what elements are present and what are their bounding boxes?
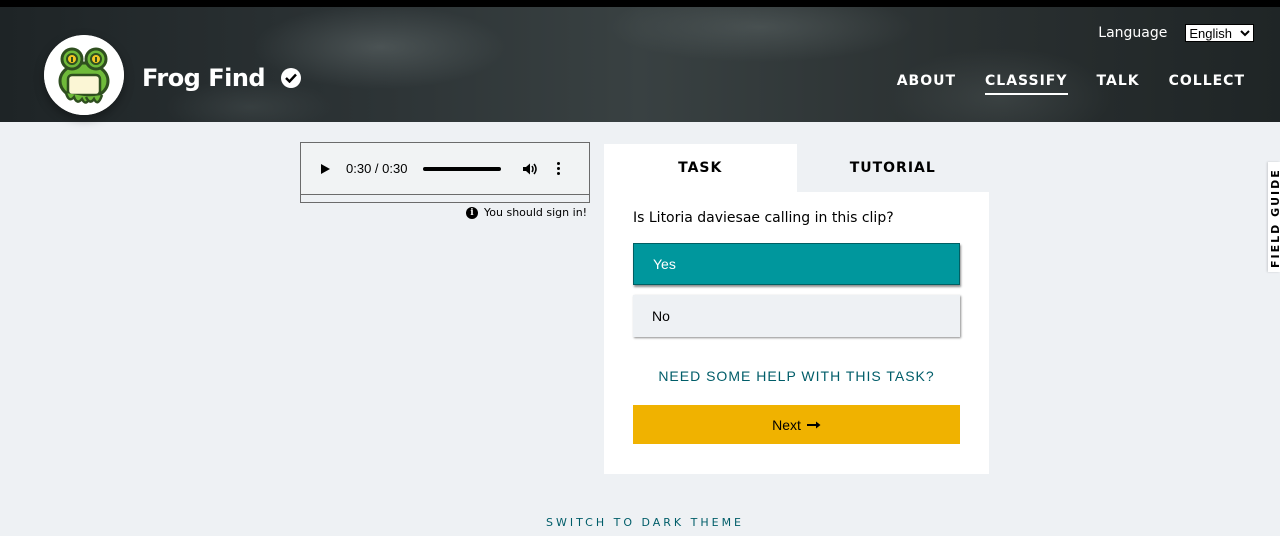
dark-theme-toggle[interactable]: SWITCH TO DARK THEME xyxy=(0,516,1280,529)
tab-tutorial[interactable]: TUTORIAL xyxy=(796,144,989,192)
nav-talk[interactable]: TALK xyxy=(1097,73,1140,95)
task-panel: TASK TUTORIAL Is Litoria daviesae callin… xyxy=(604,144,989,474)
language-selected-value: English xyxy=(1189,25,1232,41)
field-guide-tab[interactable]: FIELD GUIDE xyxy=(1268,162,1280,272)
nav-classify[interactable]: CLASSIFY xyxy=(985,73,1068,95)
audio-player: 0:30 / 0:30 xyxy=(300,142,590,203)
signin-notice-text: You should sign in! xyxy=(484,206,588,219)
task-tabs: TASK TUTORIAL xyxy=(604,144,989,192)
audio-seek-slider[interactable] xyxy=(423,166,502,171)
audio-time: 0:30 / 0:30 xyxy=(346,161,408,176)
signin-notice: i You should sign in! xyxy=(466,206,587,219)
tab-task[interactable]: TASK xyxy=(604,144,797,192)
project-nav: ABOUT CLASSIFY TALK COLLECT xyxy=(868,73,1245,95)
info-icon: i xyxy=(466,206,478,219)
project-avatar[interactable] xyxy=(44,35,124,115)
chevron-down-icon xyxy=(1240,29,1250,36)
project-header: Frog Find Language English ABOUT CLASSIF… xyxy=(0,7,1280,122)
answer-no-button[interactable]: No xyxy=(633,295,960,337)
volume-icon[interactable] xyxy=(523,163,538,175)
top-strip xyxy=(0,0,1280,7)
language-label: Language xyxy=(1098,25,1168,41)
field-guide-label: FIELD GUIDE xyxy=(1269,168,1280,268)
next-button-label: Next xyxy=(772,416,801,433)
nav-collect[interactable]: COLLECT xyxy=(1169,73,1245,95)
nav-about[interactable]: ABOUT xyxy=(897,73,956,95)
next-button[interactable]: Next xyxy=(633,405,960,444)
help-link[interactable]: NEED SOME HELP WITH THIS TASK? xyxy=(604,368,989,384)
answer-yes-button[interactable]: Yes xyxy=(633,243,960,285)
more-options-icon[interactable] xyxy=(557,162,561,175)
verified-check-icon xyxy=(281,68,302,88)
task-question: Is Litoria daviesae calling in this clip… xyxy=(633,210,894,226)
project-title[interactable]: Frog Find xyxy=(142,64,266,92)
audio-controls: 0:30 / 0:30 xyxy=(301,143,589,195)
language-select[interactable]: English xyxy=(1185,24,1254,42)
arrow-right-icon xyxy=(806,421,821,429)
frog-logo-icon xyxy=(44,35,124,115)
play-icon[interactable] xyxy=(321,163,330,174)
